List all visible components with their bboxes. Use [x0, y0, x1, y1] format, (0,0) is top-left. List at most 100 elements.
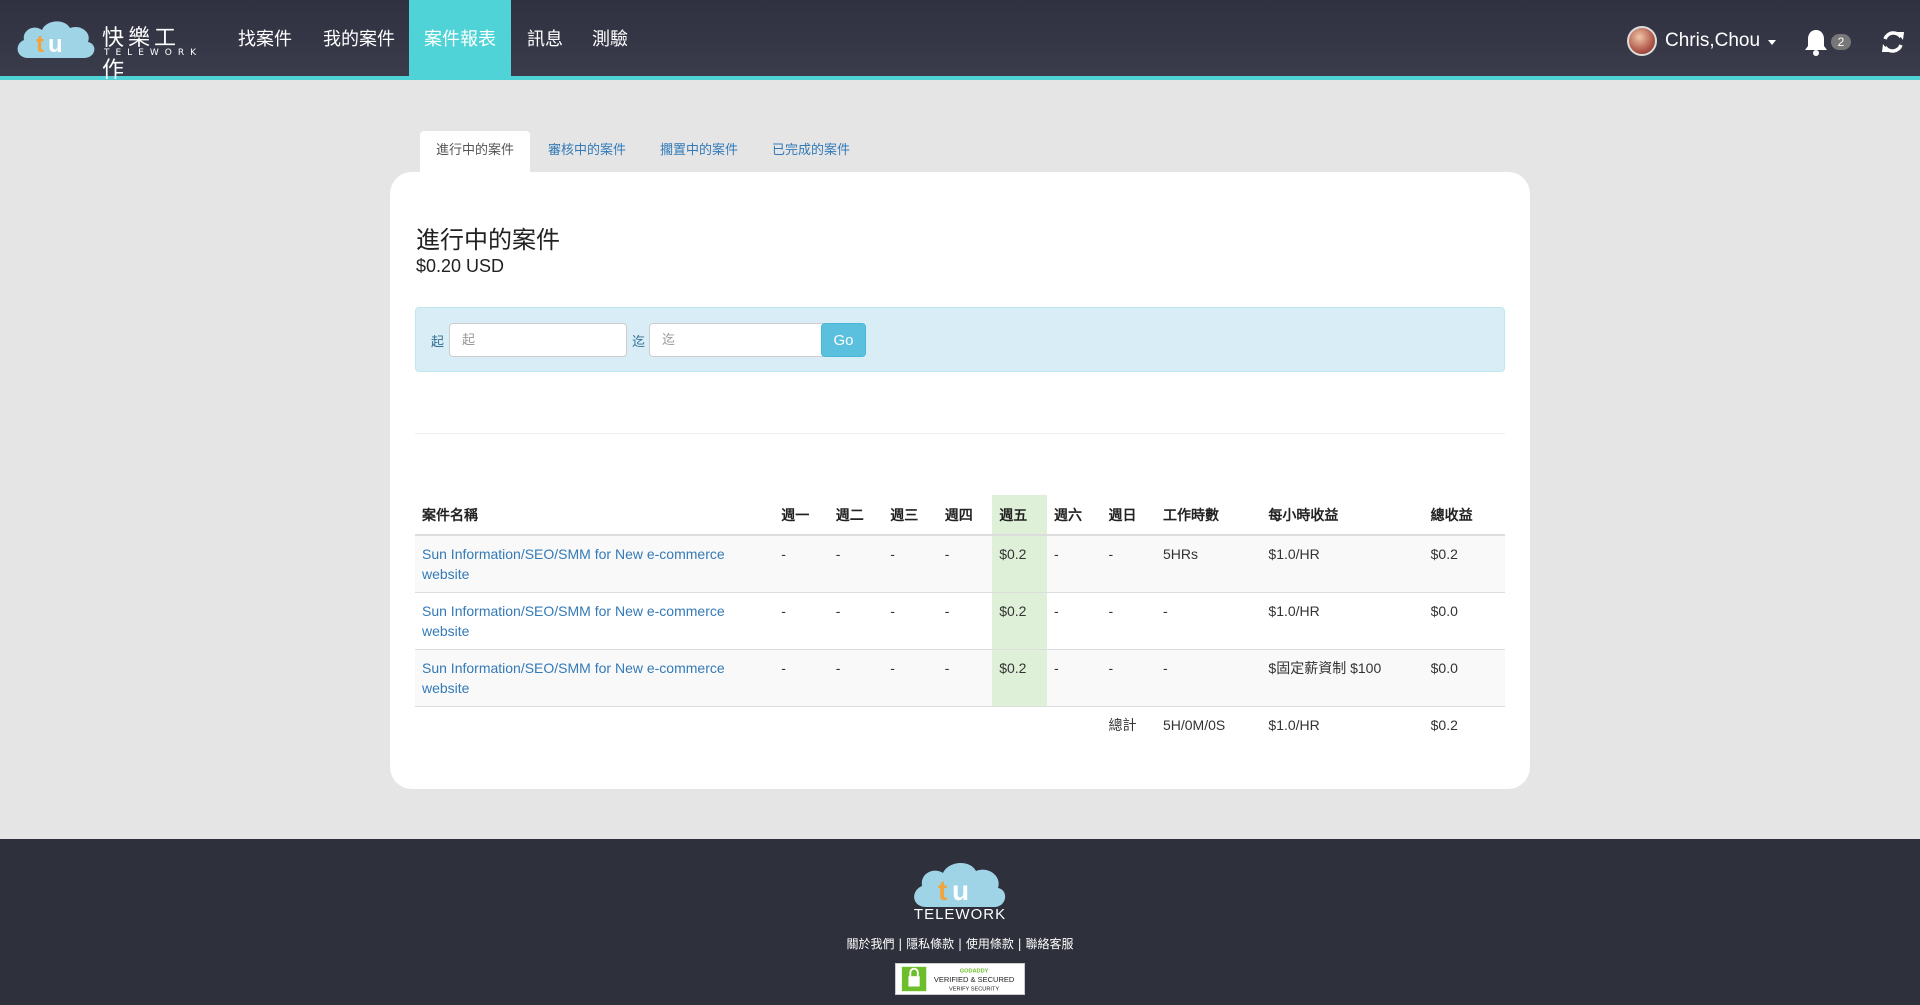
to-date-input[interactable]: [649, 323, 827, 357]
nav-messages[interactable]: 訊息: [511, 0, 579, 80]
link-about[interactable]: 關於我們: [846, 937, 894, 951]
cell-total: $0.0: [1423, 592, 1505, 650]
summary-label: 總計: [1101, 706, 1156, 747]
report-panel: 進行中的案件 $0.20 USD 起 迄 Go 案件名稱 週一 週二 週三 週四…: [390, 172, 1530, 789]
cell-fri: $0.2: [992, 649, 1047, 707]
cell-sat: -: [1046, 649, 1102, 707]
cell-mon: -: [774, 649, 829, 707]
to-label: 迄: [632, 335, 646, 350]
case-link[interactable]: Sun Information/SEO/SMM for New e-commer…: [422, 546, 725, 582]
col-header-rate: 每小時收益: [1261, 495, 1424, 536]
cell-sat: -: [1046, 534, 1102, 593]
case-link[interactable]: Sun Information/SEO/SMM for New e-commer…: [422, 603, 725, 639]
link-privacy[interactable]: 隱私條款: [906, 937, 954, 951]
summary-row: 總計 5H/0M/0S $1.0/HR $0.2: [415, 706, 1505, 747]
nav-case-reports[interactable]: 案件報表: [409, 0, 511, 80]
table-row: Sun Information/SEO/SMM for New e-commer…: [415, 592, 1505, 650]
col-header-thu: 週四: [937, 495, 993, 536]
refresh-icon[interactable]: [1880, 28, 1906, 56]
cell-rate: $1.0/HR: [1261, 534, 1424, 593]
cell-thu: -: [937, 534, 993, 593]
case-status-tabs: 進行中的案件 審核中的案件 擱置中的案件 已完成的案件: [420, 131, 868, 173]
cell-tue: -: [828, 534, 884, 593]
cell-mon: -: [774, 534, 829, 593]
col-header-name: 案件名稱: [415, 495, 775, 536]
tab-in-progress[interactable]: 進行中的案件: [420, 131, 531, 173]
svg-text:u: u: [48, 31, 63, 58]
total-amount: $0.20 USD: [416, 256, 505, 276]
cell-thu: -: [937, 649, 993, 707]
cell-total: $0.0: [1423, 649, 1505, 707]
cell-tue: -: [828, 592, 884, 650]
cloud-logo-icon: t u: [17, 21, 95, 58]
security-seal[interactable]: GODADDY VERIFIED & SECURED VERIFY SECURI…: [895, 963, 1025, 995]
col-header-tue: 週二: [828, 495, 884, 536]
tab-completed[interactable]: 已完成的案件: [756, 131, 866, 173]
col-header-wed: 週三: [883, 495, 938, 536]
summary-total: $0.2: [1423, 706, 1505, 747]
col-header-hours: 工作時數: [1155, 495, 1262, 536]
svg-text:t: t: [36, 31, 44, 58]
tab-on-hold[interactable]: 擱置中的案件: [644, 131, 754, 173]
table-row: Sun Information/SEO/SMM for New e-commer…: [415, 649, 1505, 707]
footer-logo-text: TELEWORK: [913, 906, 1007, 923]
link-contact[interactable]: 聯絡客服: [1026, 937, 1074, 951]
seal-line1: VERIFIED & SECURED: [934, 975, 1015, 984]
col-header-sat: 週六: [1046, 495, 1102, 536]
cell-hours: 5HRs: [1155, 534, 1262, 593]
col-header-total: 總收益: [1423, 495, 1505, 536]
cell-fri: $0.2: [992, 534, 1047, 593]
link-terms[interactable]: 使用條款: [966, 937, 1014, 951]
cloud-logo-icon: t u: [914, 862, 1006, 907]
cell-fri: $0.2: [992, 592, 1047, 650]
cell-total: $0.2: [1423, 534, 1505, 593]
cell-tue: -: [828, 649, 884, 707]
page-title: 進行中的案件: [416, 226, 560, 254]
cell-sun: -: [1101, 592, 1156, 650]
cell-rate: $1.0/HR: [1261, 592, 1424, 650]
divider: [415, 433, 1505, 434]
logo-english-text: TELEWORK: [104, 48, 203, 58]
top-navbar: t u 快樂工作 TELEWORK 找案件 我的案件 案件報表 訊息 測驗 Ch…: [0, 0, 1920, 83]
cell-thu: -: [937, 592, 993, 650]
col-header-sun: 週日: [1101, 495, 1156, 536]
footer: t u TELEWORK 關於我們 | 隱私條款 | 使用條款 | 聯絡客服 G…: [0, 839, 1920, 1005]
nav-my-cases[interactable]: 我的案件: [307, 0, 411, 80]
cell-wed: -: [883, 534, 938, 593]
seal-brand: GODADDY: [960, 968, 989, 974]
user-name: Chris,Chou: [1665, 30, 1761, 51]
notification-badge: 2: [1831, 34, 1851, 50]
nav-tests[interactable]: 測驗: [576, 0, 644, 80]
cell-hours: -: [1155, 649, 1262, 707]
caret-down-icon: [1768, 39, 1777, 45]
cell-sat: -: [1046, 592, 1102, 650]
cell-mon: -: [774, 592, 829, 650]
table-header-row: 案件名稱 週一 週二 週三 週四 週五 週六 週日 工作時數 每小時收益 總收益: [415, 495, 1505, 536]
table-row: Sun Information/SEO/SMM for New e-commer…: [415, 534, 1505, 593]
seal-line2: VERIFY SECURITY: [949, 986, 999, 992]
nav-find-cases[interactable]: 找案件: [222, 0, 308, 80]
cell-sun: -: [1101, 534, 1156, 593]
svg-text:u: u: [952, 875, 969, 906]
date-filter: 起 迄 Go: [415, 307, 1505, 372]
bell-icon[interactable]: [1803, 28, 1829, 56]
site-logo[interactable]: t u 快樂工作 TELEWORK: [14, 14, 204, 83]
cell-hours: -: [1155, 592, 1262, 650]
summary-rate: $1.0/HR: [1261, 706, 1424, 747]
cell-wed: -: [883, 649, 938, 707]
col-header-fri: 週五: [992, 495, 1047, 536]
cell-rate: $固定薪資制 $100: [1261, 649, 1424, 707]
user-menu[interactable]: Chris,Chou: [1627, 24, 1777, 58]
summary-hours: 5H/0M/0S: [1155, 706, 1262, 747]
svg-text:t: t: [938, 875, 947, 906]
case-link[interactable]: Sun Information/SEO/SMM for New e-commer…: [422, 660, 725, 696]
footer-links: 關於我們 | 隱私條款 | 使用條款 | 聯絡客服: [846, 937, 1074, 951]
avatar: [1627, 26, 1657, 56]
cell-wed: -: [883, 592, 938, 650]
cell-sun: -: [1101, 649, 1156, 707]
go-button[interactable]: Go: [821, 323, 866, 357]
col-header-mon: 週一: [774, 495, 829, 536]
from-label: 起: [431, 335, 445, 350]
tab-under-review[interactable]: 審核中的案件: [532, 131, 642, 173]
from-date-input[interactable]: [449, 323, 627, 357]
